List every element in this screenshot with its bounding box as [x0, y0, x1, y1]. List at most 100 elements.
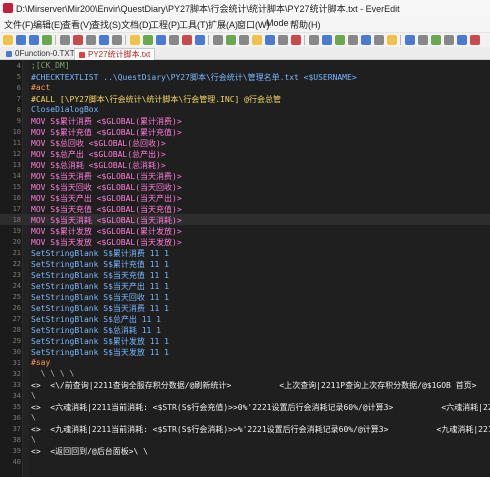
stop-icon[interactable] [309, 35, 319, 45]
code-line[interactable]: 30 SetStringBlank S$当天发放 11 1 [0, 346, 490, 357]
compare-icon[interactable] [405, 35, 415, 45]
line-number: 37 [12, 425, 21, 433]
code-line[interactable]: 21 SetStringBlank S$累计消费 11 1 [0, 247, 490, 258]
code-line[interactable]: 10 MOV S$累计充值 <$GLOBAL(累计充值)> [0, 126, 490, 137]
line-number: 36 [12, 414, 21, 422]
code-line[interactable]: 39 <> <返回回到/@后台面板>\ \ [0, 445, 490, 456]
encoding-icon[interactable] [431, 35, 441, 45]
code-line[interactable]: 15 MOV S$当天回收 <$GLOBAL(当天回收)> [0, 181, 490, 192]
code-line[interactable]: 11 MOV S$总回收 <$GLOBAL(总回收)> [0, 137, 490, 148]
run-icon[interactable] [291, 35, 301, 45]
line-number: 9 [16, 117, 21, 125]
code-line[interactable]: 29 SetStringBlank S$累计发放 11 1 [0, 335, 490, 346]
tab-py27-script[interactable]: PY27统计脚本.txt [74, 48, 156, 60]
indent-icon[interactable] [195, 35, 205, 45]
code-line[interactable]: 8 CloseDialogBox [0, 104, 490, 115]
code-line[interactable]: 7 #CALL [\PY27脚本\行会统计\统计脚本\行会管理.INC] @行会总… [0, 93, 490, 104]
code-line[interactable]: 38 \ [0, 434, 490, 445]
wrap-icon[interactable] [239, 35, 249, 45]
sort-icon[interactable] [387, 35, 397, 45]
code-line[interactable]: 17 MOV S$当天充值 <$GLOBAL(当天充值)> [0, 203, 490, 214]
replace-icon[interactable] [156, 35, 166, 45]
save-icon[interactable] [29, 35, 39, 45]
code-line[interactable]: 23 SetStringBlank S$当天充值 11 1 [0, 269, 490, 280]
menu-item[interactable]: 查看(V) [62, 18, 92, 31]
code-line[interactable]: 25 SetStringBlank S$当天回收 11 1 [0, 291, 490, 302]
code-line[interactable]: 13 MOV S$总消耗 <$GLOBAL(总消耗)> [0, 159, 490, 170]
code-line[interactable]: 6 #act [0, 82, 490, 93]
menu-item[interactable]: 帮助(H) [290, 18, 321, 31]
menu-item[interactable]: 文档(D) [121, 18, 152, 31]
menu-item[interactable]: Mode [266, 18, 289, 28]
menu-item[interactable]: 扩展(A) [208, 18, 238, 31]
code-line[interactable]: 19 MOV S$累计发放 <$GLOBAL(累计发放)> [0, 225, 490, 236]
open-file-icon[interactable] [16, 35, 26, 45]
cut-icon[interactable] [99, 35, 109, 45]
plugin-icon[interactable] [335, 35, 345, 45]
line-number: 19 [12, 227, 21, 235]
menu-item[interactable]: 工程(P) [150, 18, 180, 31]
code-line[interactable]: 28 SetStringBlank S$总消耗 11 1 [0, 324, 490, 335]
code-line[interactable]: 33 <> <\/前查询|2211查询全服存积分数据/@刷新统计> <上次查询|2… [0, 379, 490, 390]
code-line[interactable]: 27 SetStringBlank S$总产出 11 1 [0, 313, 490, 324]
new-file-icon[interactable] [3, 35, 13, 45]
file-icon [6, 50, 12, 57]
code-line[interactable]: 4 ;[CK_DM] [0, 60, 490, 71]
bookmark-icon[interactable] [182, 35, 192, 45]
code-line[interactable]: 34 \ [0, 390, 490, 401]
menu-item[interactable]: 文件(F) [4, 18, 34, 31]
column-icon[interactable] [348, 35, 358, 45]
code-line[interactable]: 35 <> <六魂消耗|2211当前消耗: <$STR(S$行会充值)>>0%'2… [0, 401, 490, 412]
menu-item[interactable]: 查找(S) [91, 18, 121, 31]
code-line[interactable]: 18 MOV S$当天消耗 <$GLOBAL(当天消耗)> [0, 214, 490, 225]
settings-icon[interactable] [322, 35, 332, 45]
menu-item[interactable]: 工具(T) [179, 18, 209, 31]
code-line[interactable]: 9 MOV S$累计消费 <$GLOBAL(累计消费)> [0, 115, 490, 126]
code-line[interactable]: 24 SetStringBlank S$当天产出 11 1 [0, 280, 490, 291]
help-icon[interactable] [457, 35, 467, 45]
line-number: 31 [12, 359, 21, 367]
format-icon[interactable] [374, 35, 384, 45]
zoom-in-icon[interactable] [252, 35, 262, 45]
close-icon[interactable] [60, 35, 70, 45]
line-number: 34 [12, 392, 21, 400]
line-number: 28 [12, 326, 21, 334]
code-line[interactable]: 32 \ \ \ \ [0, 368, 490, 379]
line-number: 6 [16, 84, 21, 92]
code-line[interactable]: 20 MOV S$当天发放 <$GLOBAL(当天发放)> [0, 236, 490, 247]
redo-icon[interactable] [86, 35, 96, 45]
lineend-icon[interactable] [444, 35, 454, 45]
window-title: D:\Mirserver\Mir200\Envir\QuestDiary\PY2… [16, 4, 400, 14]
code-line[interactable]: 16 MOV S$当天产出 <$GLOBAL(当天产出)> [0, 192, 490, 203]
save-all-icon[interactable] [42, 35, 52, 45]
find-icon[interactable] [143, 35, 153, 45]
toolbar-separator [55, 35, 56, 45]
about-icon[interactable] [470, 35, 480, 45]
undo-icon[interactable] [73, 35, 83, 45]
menu-item[interactable]: 窗口(W) [237, 18, 270, 31]
code-line[interactable]: 14 MOV S$当天消费 <$GLOBAL(当天消费)> [0, 170, 490, 181]
line-number: 7 [16, 95, 21, 103]
editor-area[interactable]: 4 ;[CK_DM] 5 #CHECKTEXTLIST ..\QuestDiary\P… [0, 60, 490, 477]
code-line[interactable]: 36 \ [0, 412, 490, 423]
macro-icon[interactable] [278, 35, 288, 45]
code-line[interactable]: 5 #CHECKTEXTLIST ..\QuestDiary\PY27脚本\行会统… [0, 71, 490, 82]
paste-icon[interactable] [130, 35, 140, 45]
line-number: 8 [16, 106, 21, 114]
zoom-out-icon[interactable] [265, 35, 275, 45]
code-line[interactable]: 37 <> <九魂消耗|2211当前消耗: <$STR(S$行会消耗)>>%'22… [0, 423, 490, 434]
menu-item[interactable]: 编辑(E) [33, 18, 63, 31]
copy-icon[interactable] [112, 35, 122, 45]
code-line[interactable]: 22 SetStringBlank S$累计充值 11 1 [0, 258, 490, 269]
goto-icon[interactable] [169, 35, 179, 45]
tab-function-file[interactable]: 0Function-0.TXT [2, 48, 79, 59]
title-bar: D:\Mirserver\Mir200\Envir\QuestDiary\PY2… [0, 0, 490, 17]
code-line[interactable]: 12 MOV S$总产出 <$GLOBAL(总产出)> [0, 148, 490, 159]
code-line[interactable]: 26 SetStringBlank S$当天消费 11 1 [0, 302, 490, 313]
spell-icon[interactable] [418, 35, 428, 45]
code-line[interactable]: 40 [0, 456, 490, 467]
outdent-icon[interactable] [213, 35, 223, 45]
comment-icon[interactable] [226, 35, 236, 45]
hex-icon[interactable] [361, 35, 371, 45]
code-line[interactable]: 31 #say [0, 357, 490, 368]
